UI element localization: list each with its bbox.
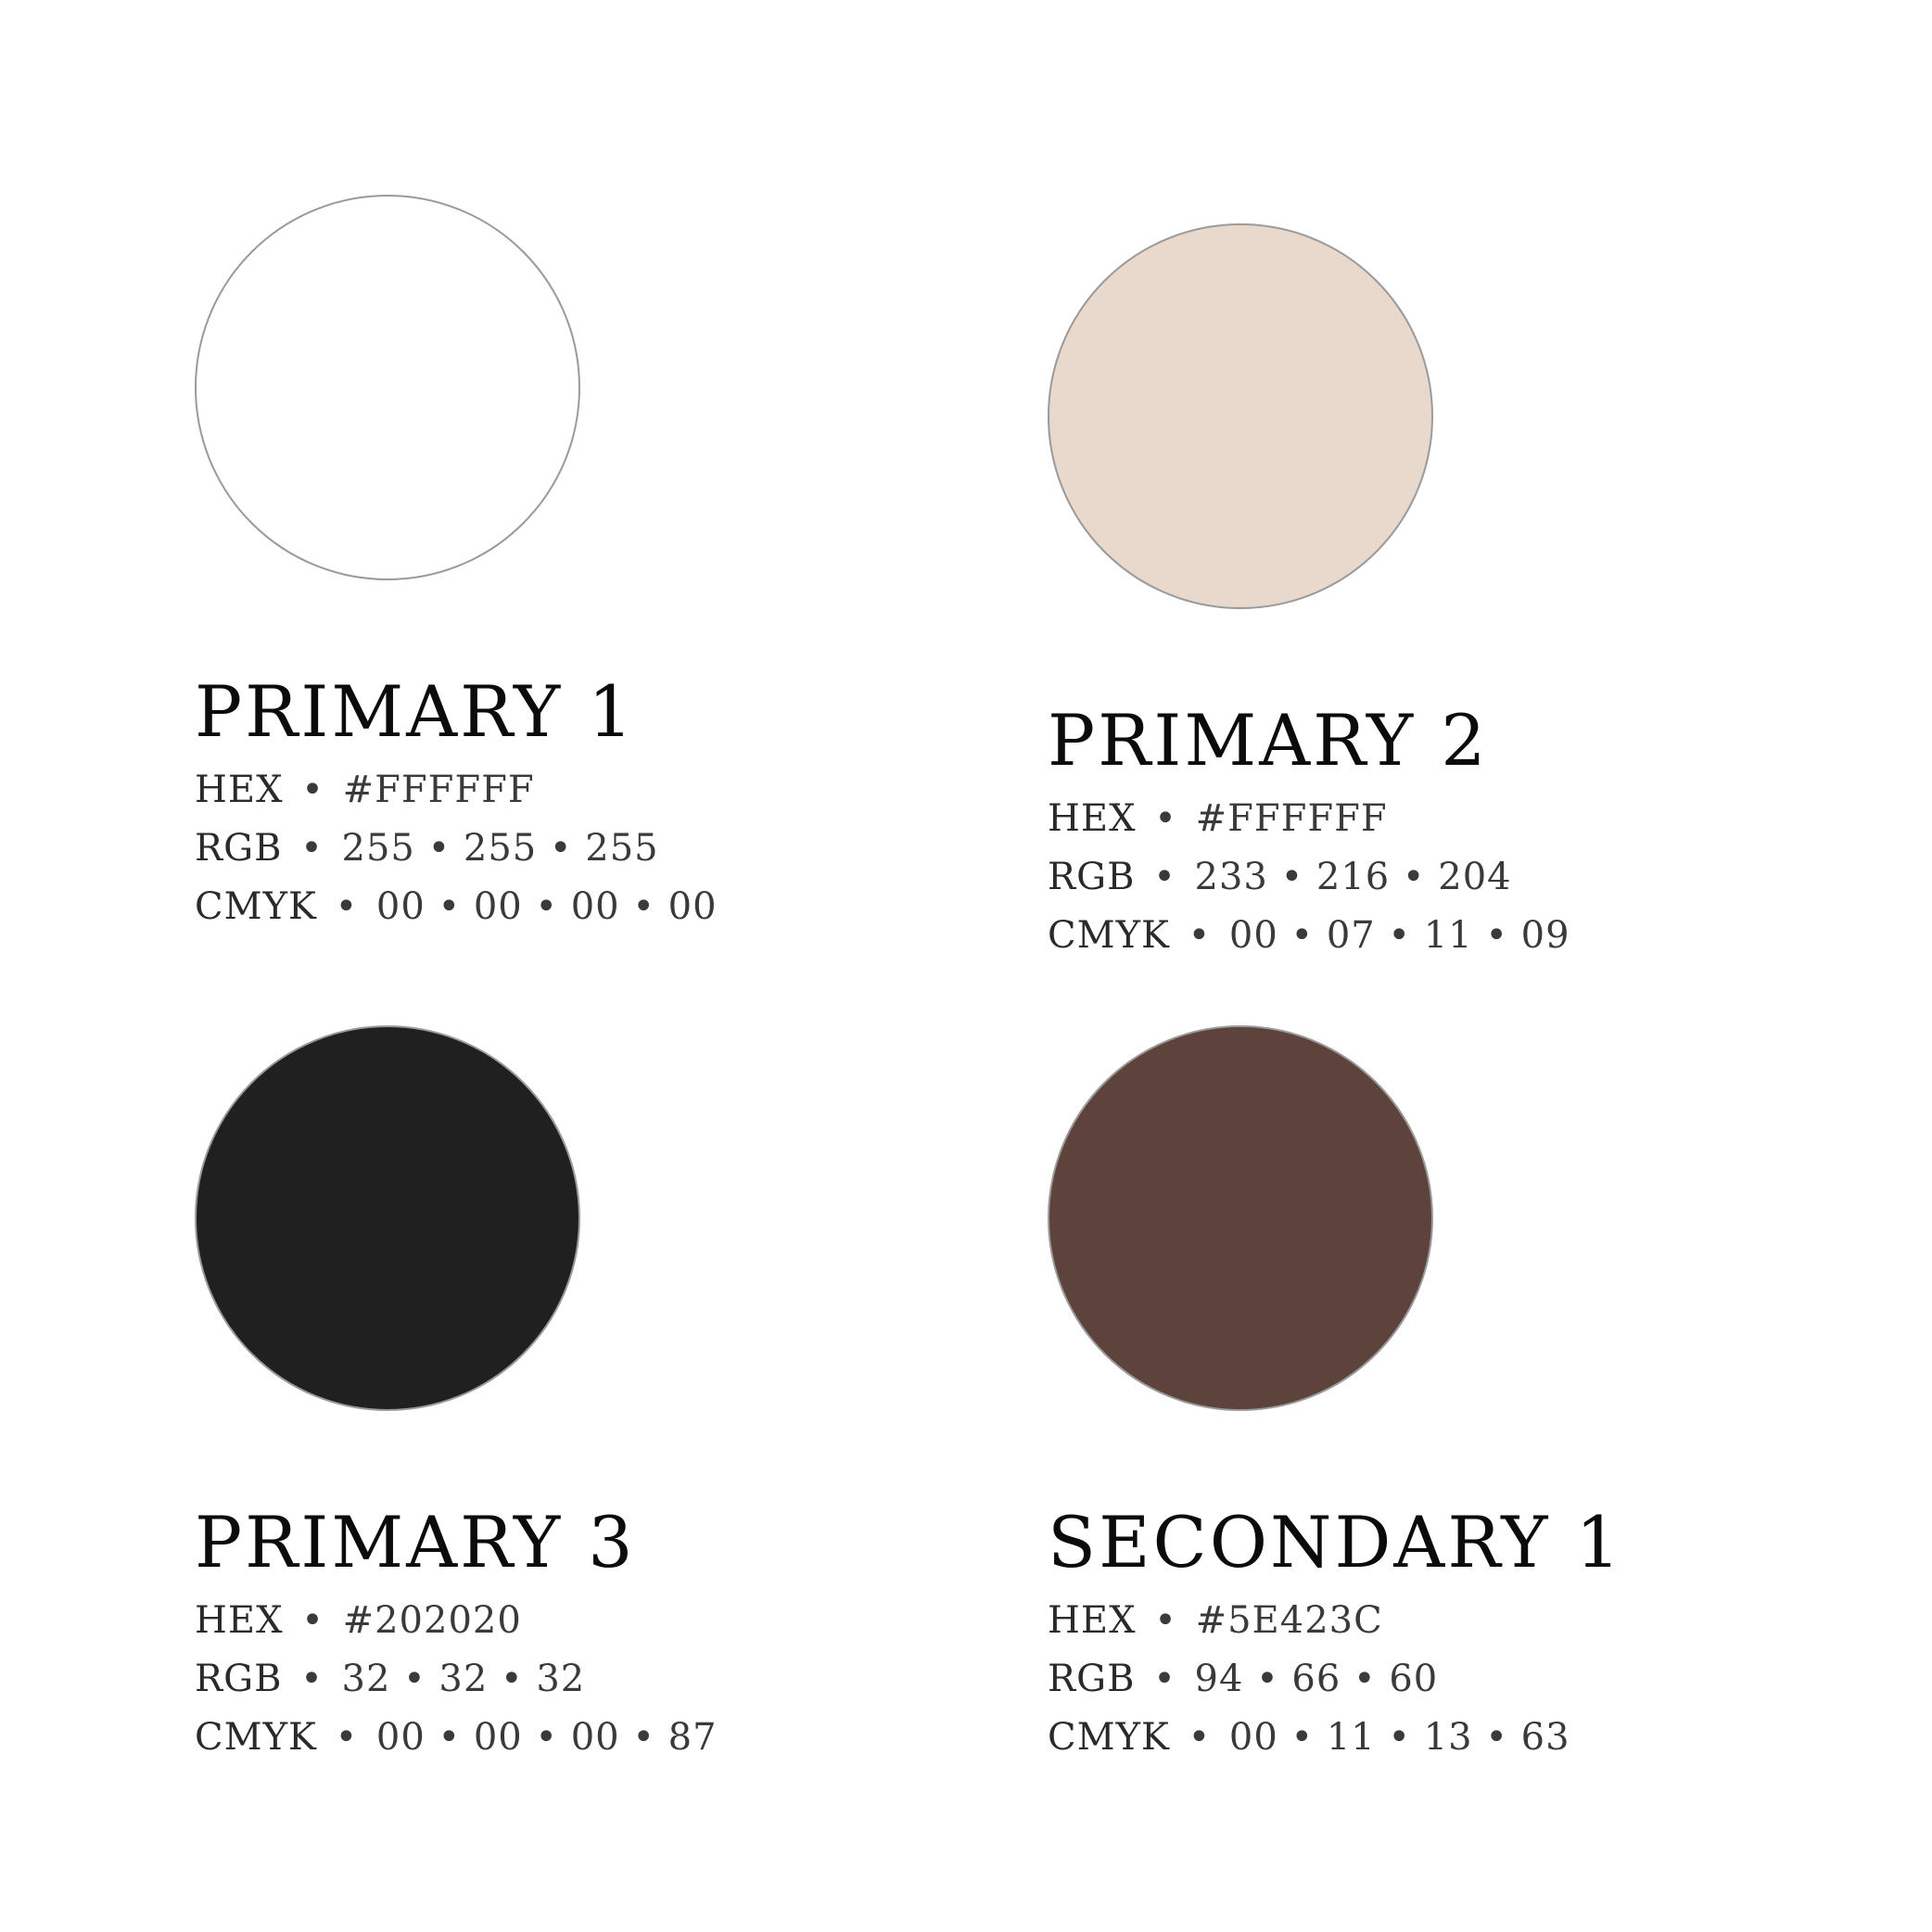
cmyk-value: 00 • 00 • 00 • 00 (375, 885, 718, 928)
cmyk-spec: CMYK • 00 • 00 • 00 • 87 (195, 1719, 718, 1756)
cmyk-label: CMYK (195, 1716, 317, 1759)
separator-dot: • (301, 769, 324, 811)
swatch-title: SECONDARY 1 (1048, 1501, 1623, 1583)
swatch-title: PRIMARY 1 (195, 670, 636, 753)
color-swatch-circle (1048, 223, 1433, 609)
swatch-card-secondary-1: SECONDARY 1 HEX • #5E423C RGB • 94 • 66 … (1048, 1025, 1789, 1756)
cmyk-spec: CMYK • 00 • 00 • 00 • 00 (195, 888, 718, 925)
rgb-label: RGB (195, 827, 283, 870)
separator-dot: • (1188, 914, 1212, 957)
hex-label: HEX (195, 1599, 284, 1642)
color-swatch-circle (195, 195, 580, 580)
swatch-title: PRIMARY 3 (195, 1501, 636, 1583)
cmyk-label: CMYK (1048, 1716, 1170, 1759)
rgb-label: RGB (1048, 1658, 1136, 1700)
swatch-card-primary-3: PRIMARY 3 HEX • #202020 RGB • 32 • 32 • … (195, 1025, 936, 1756)
separator-dot: • (1154, 797, 1177, 840)
rgb-value: 233 • 216 • 204 (1194, 856, 1512, 898)
rgb-spec: RGB • 233 • 216 • 204 (1048, 858, 1512, 896)
cmyk-spec: CMYK • 00 • 11 • 13 • 63 (1048, 1719, 1570, 1756)
rgb-spec: RGB • 255 • 255 • 255 (195, 830, 659, 867)
separator-dot: • (335, 1716, 359, 1759)
separator-dot: • (1153, 1658, 1176, 1700)
separator-dot: • (300, 827, 324, 870)
rgb-label: RGB (1048, 856, 1136, 898)
hex-value: #5E423C (1195, 1599, 1383, 1642)
cmyk-value: 00 • 11 • 13 • 63 (1228, 1716, 1570, 1759)
hex-spec: HEX • #5E423C (1048, 1602, 1383, 1639)
rgb-value: 94 • 66 • 60 (1194, 1658, 1439, 1700)
hex-label: HEX (1048, 1599, 1137, 1642)
hex-value: #202020 (342, 1599, 522, 1642)
separator-dot: • (300, 1658, 324, 1700)
rgb-value: 255 • 255 • 255 (341, 827, 659, 870)
hex-spec: HEX • #202020 (195, 1602, 522, 1639)
rgb-value: 32 • 32 • 32 (341, 1658, 586, 1700)
cmyk-value: 00 • 07 • 11 • 09 (1228, 914, 1570, 957)
hex-spec: HEX • #FFFFFF (1048, 800, 1388, 837)
rgb-label: RGB (195, 1658, 283, 1700)
separator-dot: • (335, 885, 359, 928)
color-swatch-circle (1048, 1025, 1433, 1411)
hex-label: HEX (1048, 797, 1137, 840)
hex-label: HEX (195, 769, 284, 811)
rgb-spec: RGB • 32 • 32 • 32 (195, 1660, 585, 1697)
hex-value: #FFFFFF (342, 769, 535, 811)
rgb-spec: RGB • 94 • 66 • 60 (1048, 1660, 1438, 1697)
cmyk-spec: CMYK • 00 • 07 • 11 • 09 (1048, 917, 1570, 954)
separator-dot: • (1154, 1599, 1177, 1642)
cmyk-label: CMYK (195, 885, 317, 928)
hex-value: #FFFFFF (1195, 797, 1388, 840)
swatch-title: PRIMARY 2 (1048, 699, 1489, 782)
cmyk-value: 00 • 00 • 00 • 87 (375, 1716, 718, 1759)
cmyk-label: CMYK (1048, 914, 1170, 957)
separator-dot: • (301, 1599, 324, 1642)
separator-dot: • (1153, 856, 1176, 898)
swatch-card-primary-2: PRIMARY 2 HEX • #FFFFFF RGB • 233 • 216 … (1048, 223, 1789, 954)
separator-dot: • (1188, 1716, 1212, 1759)
hex-spec: HEX • #FFFFFF (195, 771, 535, 808)
swatch-card-primary-1: PRIMARY 1 HEX • #FFFFFF RGB • 255 • 255 … (195, 195, 936, 925)
color-swatch-circle (195, 1025, 580, 1411)
